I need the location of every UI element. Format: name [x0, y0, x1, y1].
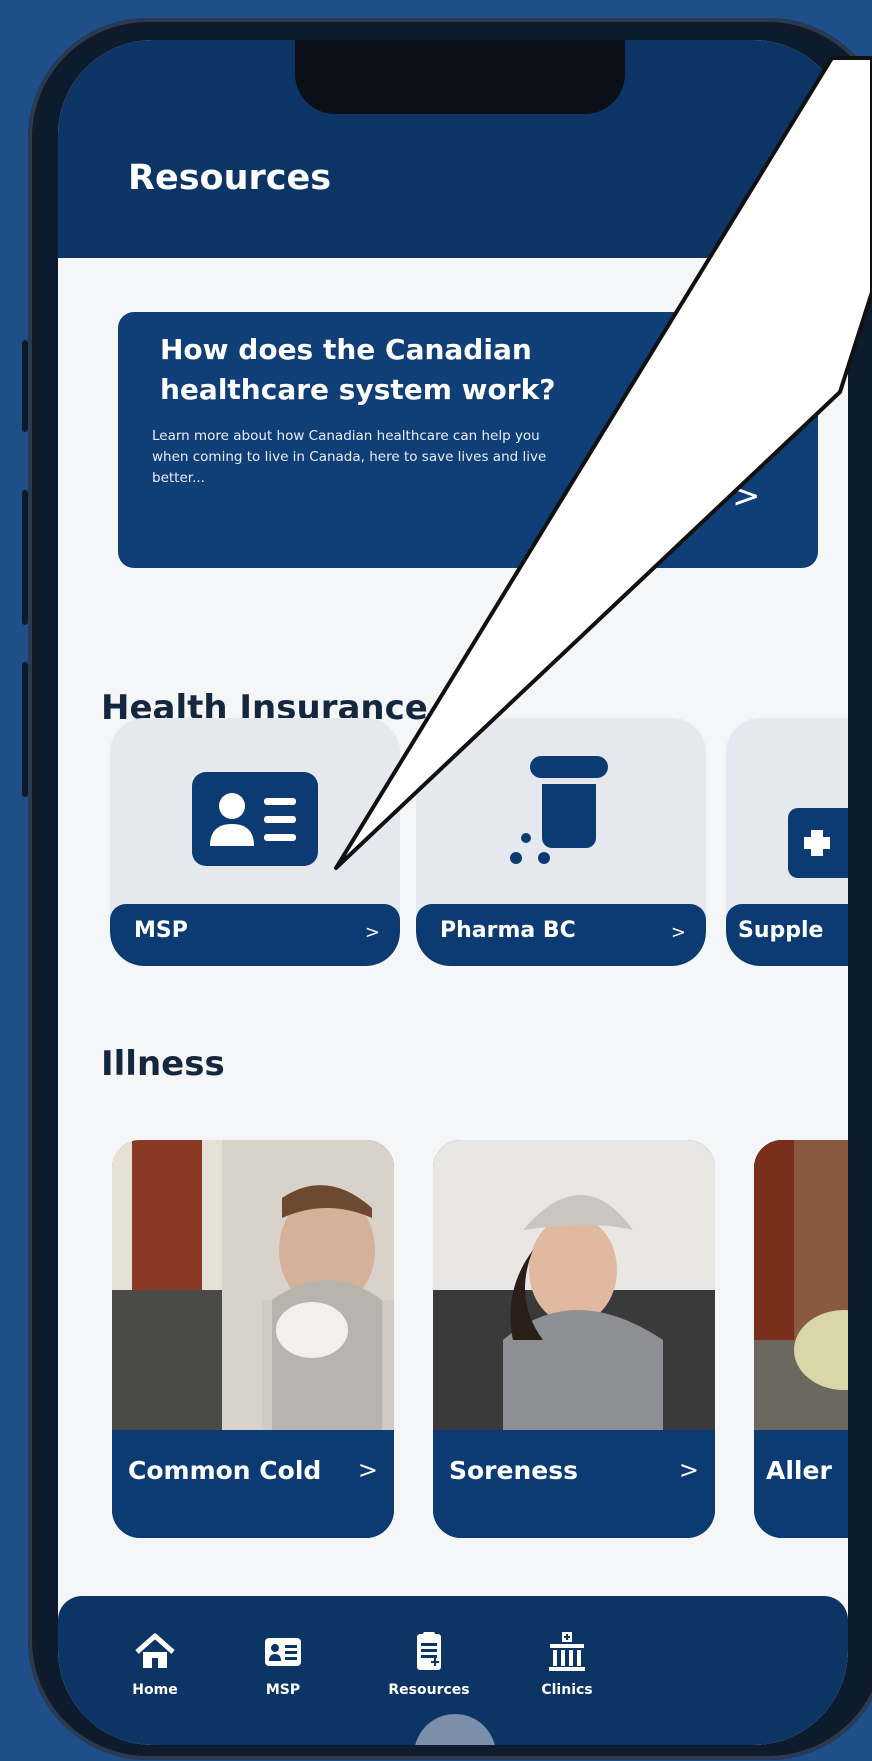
chevron-right-icon: >	[678, 1456, 699, 1484]
nav-label: MSP	[265, 1682, 301, 1698]
illness-photo	[754, 1140, 848, 1430]
id-card-icon	[192, 772, 318, 866]
pill-bottle-icon	[510, 756, 608, 864]
card-label: Pharma BC	[440, 918, 576, 943]
card-label: Soreness	[449, 1456, 578, 1485]
card-footer: Common Cold >	[112, 1430, 394, 1538]
hero-title: How does the Canadian healthcare system …	[160, 333, 556, 406]
chevron-right-icon[interactable]: >	[732, 476, 761, 516]
card-label: Common Cold	[128, 1456, 322, 1485]
nav-item-clinics[interactable]: Clinics	[522, 1630, 612, 1698]
card-footer: Supple	[726, 904, 848, 966]
nav-item-resources[interactable]: Resources	[384, 1630, 474, 1698]
bottom-nav: Home MSP Resources Clinics	[58, 1596, 848, 1745]
card-label: Aller	[766, 1456, 832, 1485]
card-footer: Soreness >	[433, 1430, 715, 1538]
healthcare-info-card[interactable]: How does the Canadian healthcare system …	[118, 312, 818, 568]
notch	[295, 40, 625, 114]
illness-photo	[112, 1140, 394, 1430]
nav-item-home[interactable]: Home	[110, 1630, 200, 1698]
nav-label: Resources	[388, 1682, 470, 1698]
card-label: MSP	[134, 918, 188, 943]
chevron-right-icon: >	[364, 922, 380, 943]
chevron-right-icon: >	[357, 1456, 378, 1484]
page-title: Resources	[128, 158, 332, 198]
insurance-card-pharma-bc[interactable]: Pharma BC >	[416, 718, 706, 966]
house-icon	[135, 1633, 175, 1668]
nav-label: Clinics	[541, 1682, 593, 1698]
hero-description: Learn more about how Canadian healthcare…	[152, 428, 547, 486]
nav-label: Home	[132, 1682, 178, 1698]
touch-indicator	[414, 1714, 496, 1745]
card-footer: Aller	[754, 1430, 848, 1538]
hospital-icon	[549, 1632, 585, 1671]
insurance-card-msp[interactable]: MSP >	[110, 718, 400, 966]
id-card-icon	[265, 1638, 301, 1666]
card-footer: MSP >	[110, 904, 400, 966]
card-label: Supple	[738, 918, 824, 943]
app-screen: Resources How does the Canadian healthca…	[58, 40, 848, 1745]
illness-photo	[433, 1140, 715, 1430]
insurance-card-supple[interactable]: Supple	[726, 718, 848, 966]
card-footer: Pharma BC >	[416, 904, 706, 966]
section-title-illness: Illness	[101, 1044, 225, 1084]
illness-card-common-cold[interactable]: Common Cold >	[112, 1140, 394, 1538]
nav-item-msp[interactable]: MSP	[238, 1630, 328, 1698]
header: Resources	[58, 40, 848, 258]
plus-icon	[788, 808, 848, 878]
illness-card-aller[interactable]: Aller	[754, 1140, 848, 1538]
clipboard-icon	[417, 1632, 441, 1670]
illness-card-soreness[interactable]: Soreness >	[433, 1140, 715, 1538]
chevron-right-icon: >	[670, 922, 686, 943]
